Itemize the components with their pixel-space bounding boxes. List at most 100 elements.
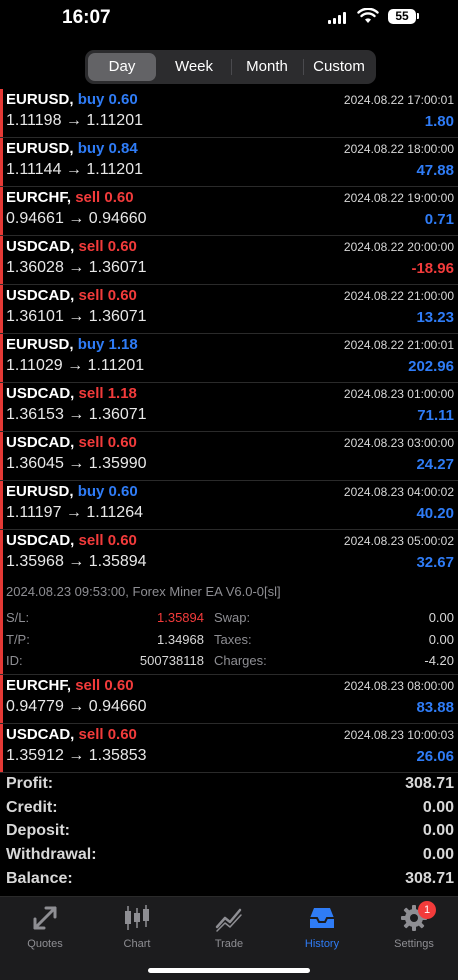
deal-prices: 1.36101 → 1.36071: [6, 308, 147, 325]
deal-row[interactable]: EURUSD, buy 0.60 1.11198 → 1.11201 2024.…: [0, 89, 458, 138]
quotes-icon: [33, 906, 57, 930]
history-list: EURUSD, buy 0.60 1.11198 → 1.11201 2024.…: [0, 89, 458, 773]
summary-value: 0.00: [422, 822, 454, 840]
summary-row: Profit: 308.71: [0, 773, 458, 797]
tab-label: Settings: [394, 938, 434, 950]
deal-type: buy 0.84: [77, 140, 138, 157]
deal-type: buy 0.60: [77, 91, 138, 108]
deal-time: 2024.08.23 10:00:03: [343, 728, 454, 742]
deal-symbol: EURUSD,: [6, 91, 74, 108]
deal-type: sell 0.60: [78, 238, 137, 255]
deal-type: sell 0.60: [78, 532, 137, 549]
tab-trade[interactable]: Trade: [189, 903, 269, 950]
tab-label: History: [304, 938, 340, 950]
deal-row[interactable]: EURUSD, buy 0.60 1.11197 → 1.11264 2024.…: [0, 481, 458, 530]
battery-tip: [417, 13, 419, 19]
deal-profit: -18.96: [411, 260, 454, 277]
summary-label: Balance:: [6, 869, 73, 887]
tab-label: Quotes: [27, 938, 63, 950]
deal-row[interactable]: EURCHF, sell 0.60 0.94779 → 0.94660 2024…: [0, 675, 458, 724]
deal-row[interactable]: USDCAD, sell 0.60 1.35912 → 1.35853 2024…: [0, 724, 458, 773]
deal-profit: 0.71: [424, 211, 454, 228]
summary-label: Withdrawal:: [6, 846, 97, 864]
deal-profit: 40.20: [416, 505, 454, 522]
deal-row-expanded[interactable]: USDCAD, sell 0.60 1.35968 → 1.35894 2024…: [0, 530, 458, 578]
deal-details: 2024.08.23 09:53:00, Forex Miner EA V6.0…: [0, 578, 458, 675]
deal-symbol: EURUSD,: [6, 140, 74, 157]
deal-type: sell 0.60: [75, 677, 134, 694]
tab-label: Trade: [214, 938, 244, 950]
deal-symbol: USDCAD,: [6, 238, 75, 255]
deal-symbol: USDCAD,: [6, 434, 75, 451]
period-custom[interactable]: Custom: [304, 53, 374, 81]
battery-icon: 55: [388, 9, 416, 24]
summary-label: Deposit:: [6, 822, 70, 840]
deal-time: 2024.08.23 01:00:00: [343, 387, 454, 401]
deal-type: sell 1.18: [78, 385, 137, 402]
deal-row[interactable]: EURCHF, sell 0.60 0.94661 → 0.94660 2024…: [0, 187, 458, 236]
deal-symbol: EURUSD,: [6, 483, 74, 500]
deal-symbol: USDCAD,: [6, 287, 75, 304]
swap-label: Swap:: [214, 610, 251, 625]
deal-prices: 1.36028 → 1.36071: [6, 259, 147, 276]
sl-value: 1.35894: [157, 610, 204, 625]
charges-value: -4.20: [424, 653, 454, 668]
tab-label: Chart: [123, 938, 151, 950]
deal-prices: 0.94779 → 0.94660: [6, 698, 147, 715]
deal-prices: 1.11197 → 1.11264: [6, 504, 143, 521]
deal-prices: 1.11198 → 1.11201: [6, 112, 143, 129]
deal-prices: 1.11144 → 1.11201: [6, 161, 143, 178]
deal-row[interactable]: USDCAD, sell 1.18 1.36153 → 1.36071 2024…: [0, 383, 458, 432]
deal-time: 2024.08.22 21:00:01: [343, 338, 454, 352]
tab-chart[interactable]: Chart: [97, 903, 177, 950]
deal-prices: 1.36045 → 1.35990: [6, 455, 147, 472]
deal-profit: 24.27: [416, 456, 454, 473]
deal-profit: 47.88: [416, 162, 454, 179]
deal-row[interactable]: USDCAD, sell 0.60 1.36028 → 1.36071 2024…: [0, 236, 458, 285]
home-indicator: [148, 968, 310, 973]
taxes-label: Taxes:: [214, 632, 252, 647]
charges-label: Charges:: [214, 653, 267, 668]
deal-symbol: USDCAD,: [6, 726, 75, 743]
history-inbox-icon: [310, 908, 334, 928]
summary-value: 0.00: [422, 798, 454, 816]
deal-type: buy 1.18: [77, 336, 138, 353]
deal-row[interactable]: EURUSD, buy 0.84 1.11144 → 1.11201 2024.…: [0, 138, 458, 187]
trade-trend-icon: [215, 908, 242, 932]
tab-settings[interactable]: Settings 1: [374, 901, 454, 950]
deal-prices: 1.36153 → 1.36071: [6, 406, 147, 423]
deal-time: 2024.08.22 19:00:00: [343, 191, 454, 205]
deal-row[interactable]: USDCAD, sell 0.60 1.36101 → 1.36071 2024…: [0, 285, 458, 334]
deal-time: 2024.08.22 20:00:00: [343, 240, 454, 254]
period-week[interactable]: Week: [158, 53, 230, 81]
deal-prices: 0.94661 → 0.94660: [6, 210, 147, 227]
id-label: ID:: [6, 653, 23, 668]
swap-value: 0.00: [428, 610, 454, 625]
summary-row: Deposit: 0.00: [0, 820, 458, 844]
deal-row[interactable]: EURUSD, buy 1.18 1.11029 → 1.11201 2024.…: [0, 334, 458, 383]
deal-time: 2024.08.23 04:00:02: [343, 485, 454, 499]
deal-profit: 13.23: [416, 309, 454, 326]
period-day[interactable]: Day: [88, 53, 156, 81]
deal-time: 2024.08.22 17:00:01: [343, 93, 454, 107]
id-value: 500738118: [139, 653, 204, 668]
summary-label: Profit:: [6, 775, 54, 792]
deal-time: 2024.08.22 21:00:00: [343, 289, 454, 303]
period-month[interactable]: Month: [232, 53, 302, 81]
tab-history[interactable]: History: [282, 903, 362, 950]
deal-symbol: EURCHF,: [6, 189, 72, 206]
deal-row[interactable]: USDCAD, sell 0.60 1.36045 → 1.35990 2024…: [0, 432, 458, 481]
taxes-value: 0.00: [428, 632, 454, 647]
deal-profit: 83.88: [416, 699, 454, 716]
deal-type: sell 0.60: [78, 287, 137, 304]
deal-symbol: EURUSD,: [6, 336, 74, 353]
deal-prices: 1.35912 → 1.35853: [6, 747, 147, 764]
deal-prices: 1.11029 → 1.11201: [6, 357, 145, 374]
deal-type: sell 0.60: [78, 726, 137, 743]
tab-quotes[interactable]: Quotes: [5, 903, 85, 950]
summary-row: Withdrawal: 0.00: [0, 844, 458, 868]
deal-profit: 32.67: [416, 554, 454, 571]
sl-label: S/L:: [6, 610, 30, 625]
deal-time: 2024.08.23 08:00:00: [343, 679, 454, 693]
wifi-icon: [357, 8, 379, 23]
